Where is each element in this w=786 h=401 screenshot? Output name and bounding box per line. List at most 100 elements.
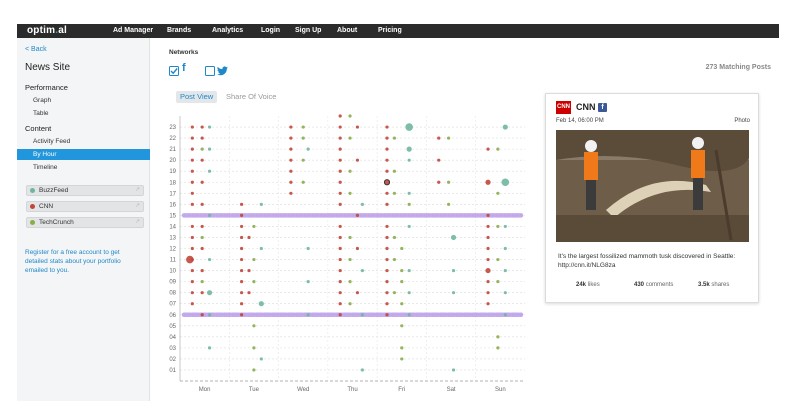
post-photo[interactable] xyxy=(556,130,749,242)
main-content: Networks f 273 Matching Posts Post View … xyxy=(150,38,779,401)
data-point xyxy=(190,202,194,206)
sidebar-item-timeline[interactable]: Timeline xyxy=(33,164,57,171)
register-link[interactable]: Register for a free account to get detai… xyxy=(25,248,143,275)
y-tick-label: 22 xyxy=(169,136,176,142)
data-point xyxy=(338,125,342,129)
sidebar-item-graph[interactable]: Graph xyxy=(33,97,51,104)
comments-value: 430 xyxy=(634,282,645,288)
data-point xyxy=(392,191,396,195)
y-tick-label: 03 xyxy=(169,346,176,352)
data-point xyxy=(392,257,396,262)
data-point xyxy=(486,224,490,229)
data-point xyxy=(206,290,213,296)
data-point xyxy=(355,213,360,217)
brand-filter-cnn[interactable]: CNN ↗ xyxy=(26,201,144,212)
data-point xyxy=(348,114,352,118)
data-point xyxy=(400,346,404,350)
logo-main: optim xyxy=(27,25,56,36)
data-point xyxy=(252,257,256,262)
data-point xyxy=(338,224,342,229)
data-point xyxy=(355,158,360,162)
data-point xyxy=(392,169,396,173)
data-point xyxy=(348,235,352,240)
data-point xyxy=(392,235,396,240)
y-tick-label: 05 xyxy=(169,324,176,330)
data-point xyxy=(200,202,204,206)
likes-label: likes xyxy=(587,282,600,288)
y-tick-label: 06 xyxy=(169,313,176,319)
data-point xyxy=(400,268,404,273)
data-point xyxy=(207,313,212,317)
sidebar-item-table[interactable]: Table xyxy=(33,110,49,117)
brand-logo[interactable]: optim.al xyxy=(27,24,67,38)
data-point xyxy=(392,136,396,140)
sidebar-item-by-hour[interactable]: By Hour xyxy=(17,149,150,160)
data-point xyxy=(338,302,342,306)
logo-tail: al xyxy=(58,25,67,36)
post-source: CNN xyxy=(576,102,596,112)
data-point xyxy=(190,280,194,284)
data-point xyxy=(385,235,389,240)
data-point xyxy=(496,224,500,229)
data-point xyxy=(385,268,389,273)
data-point xyxy=(338,136,342,140)
data-point xyxy=(247,268,251,273)
facebook-checkbox[interactable] xyxy=(169,63,179,81)
data-point xyxy=(385,313,389,317)
data-point xyxy=(240,302,244,306)
nav-item-label: Pricing xyxy=(378,27,402,34)
data-point xyxy=(207,346,212,350)
data-point xyxy=(503,224,507,229)
brand-color-dot xyxy=(30,188,35,193)
brand-color-dot xyxy=(30,220,35,225)
shares-label: shares xyxy=(711,282,730,288)
external-link-icon[interactable]: ↗ xyxy=(135,186,140,195)
data-point xyxy=(259,202,263,206)
data-point xyxy=(240,313,244,317)
tab-share-of-voice[interactable]: Share Of Voice xyxy=(222,91,280,103)
brand-filter-buzzfeed[interactable]: BuzzFeed ↗ xyxy=(26,185,144,196)
y-tick-label: 17 xyxy=(169,191,176,197)
section-performance: Performance xyxy=(25,83,68,92)
brand-filter-techcrunch[interactable]: TechCrunch ↗ xyxy=(26,217,144,228)
data-point xyxy=(486,257,490,262)
data-point xyxy=(496,191,500,195)
data-point xyxy=(190,125,194,129)
data-point xyxy=(407,291,411,295)
data-point xyxy=(385,158,389,162)
nav-item-label: Login xyxy=(261,27,281,34)
data-point xyxy=(240,280,244,284)
data-point xyxy=(355,125,360,129)
sidebar-item-activity-feed[interactable]: Activity Feed xyxy=(33,138,70,145)
data-point xyxy=(407,158,411,162)
section-content: Content xyxy=(25,124,52,133)
data-point xyxy=(385,169,389,173)
data-point xyxy=(252,368,256,372)
external-link-icon[interactable]: ↗ xyxy=(135,218,140,227)
data-point xyxy=(200,147,204,151)
data-point xyxy=(200,291,204,295)
tab-post-view[interactable]: Post View xyxy=(176,91,218,103)
data-point xyxy=(385,224,389,229)
data-point xyxy=(437,180,441,184)
twitter-checkbox[interactable] xyxy=(205,63,215,81)
y-tick-label: 18 xyxy=(169,180,176,186)
data-point xyxy=(447,180,451,184)
facebook-icon: f xyxy=(598,103,607,112)
data-point xyxy=(338,202,342,206)
data-point xyxy=(496,147,500,151)
external-link-icon[interactable]: ↗ xyxy=(135,202,140,211)
back-link[interactable]: < Back xyxy=(25,46,47,53)
data-point xyxy=(200,180,204,184)
post-text: It's the largest fossilized mammoth tusk… xyxy=(558,253,736,269)
data-point xyxy=(301,158,305,162)
data-point xyxy=(486,302,490,306)
nav-item-label: Ad Manager xyxy=(113,27,154,34)
shares-stat: 3.5k shares xyxy=(698,282,729,288)
data-point xyxy=(360,202,364,206)
y-tick-label: 14 xyxy=(169,224,176,230)
data-point xyxy=(385,246,389,251)
data-point xyxy=(200,268,204,273)
data-point xyxy=(355,291,360,295)
data-point xyxy=(190,224,194,229)
